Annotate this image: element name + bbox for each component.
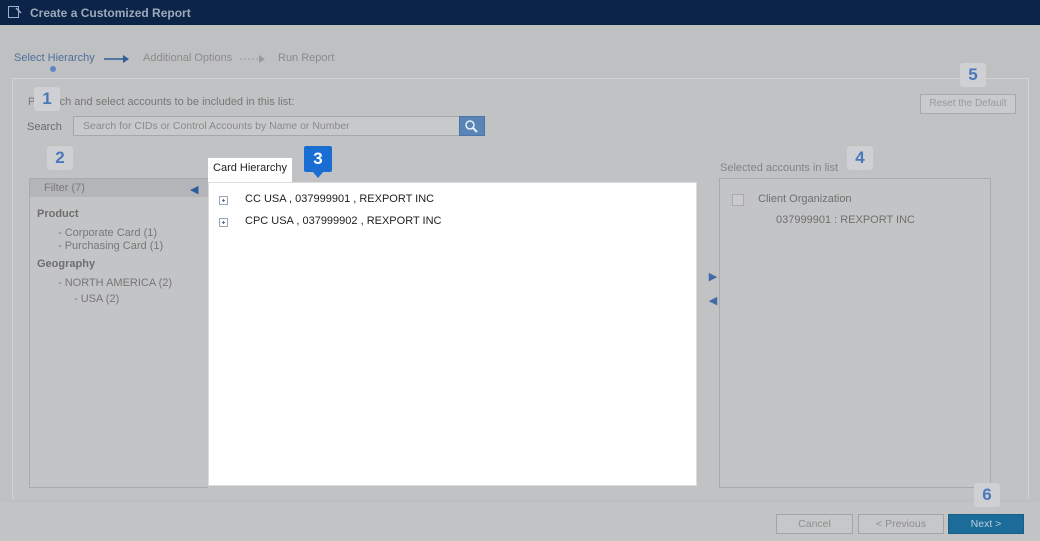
search-label: Search [27,121,62,133]
facet-item-purchasing-card[interactable]: - Purchasing Card (1) [58,240,163,252]
search-icon [465,120,478,133]
move-left-icon[interactable]: ◀ [707,294,719,308]
step-run-report[interactable]: Run Report [278,52,334,64]
move-right-icon[interactable]: ▶ [707,270,719,284]
facet-title-product: Product [37,208,79,220]
search-button[interactable] [459,116,485,136]
callout-3: 3 [304,146,332,178]
reset-default-button[interactable]: Reset the Default [920,94,1016,114]
callout-2: 2 [47,146,73,170]
collapse-filter-icon[interactable]: ◀ [190,183,204,197]
facet-title-geography: Geography [37,258,96,270]
window-title: Create a Customized Report [30,6,191,20]
callout-6: 6 [974,483,1000,507]
select-org-checkbox[interactable] [732,194,744,206]
facet-item-corporate-card[interactable]: - Corporate Card (1) [58,227,157,239]
tree-row-label: CC USA , 037999901 , REXPORT INC [245,193,435,205]
card-hierarchy-tree: CC USA , 037999901 , REXPORT INC CPC USA… [208,182,697,486]
step-arrow-icon [240,55,265,63]
next-button[interactable]: Next > [948,514,1024,534]
previous-button[interactable]: < Previous [858,514,944,534]
tab-card-hierarchy[interactable]: Card Hierarchy [208,158,292,182]
callout-4: 4 [847,146,873,170]
filter-panel: Filter (7) [29,178,210,488]
expand-icon[interactable] [219,218,228,227]
instructions-text: P search and select accounts to be inclu… [28,96,295,108]
selected-account-item[interactable]: 037999901 : REXPORT INC [776,214,915,226]
callout-5: 5 [960,63,986,87]
step-select-hierarchy[interactable]: Select Hierarchy [14,52,95,64]
tree-row-label: CPC USA , 037999902 , REXPORT INC [245,215,442,227]
search-input[interactable]: Search for CIDs or Control Accounts by N… [73,116,470,136]
callout-1: 1 [34,87,60,111]
step-additional-options[interactable]: Additional Options [143,52,232,64]
facet-item-north-america[interactable]: - NORTH AMERICA (2) [58,277,172,289]
step-arrow-icon [104,55,129,63]
client-organization-label: Client Organization [758,193,852,205]
expand-icon[interactable] [219,196,228,205]
title-bar: Create a Customized Report [0,0,1040,25]
current-step-indicator [50,66,56,72]
report-icon [8,6,22,18]
selected-accounts-label: Selected accounts in list [720,162,839,174]
cancel-button[interactable]: Cancel [776,514,853,534]
filter-header[interactable]: Filter (7) [30,179,210,197]
facet-item-usa[interactable]: - USA (2) [74,293,119,305]
selected-accounts-panel: Client Organization 037999901 : REXPORT … [719,178,991,488]
